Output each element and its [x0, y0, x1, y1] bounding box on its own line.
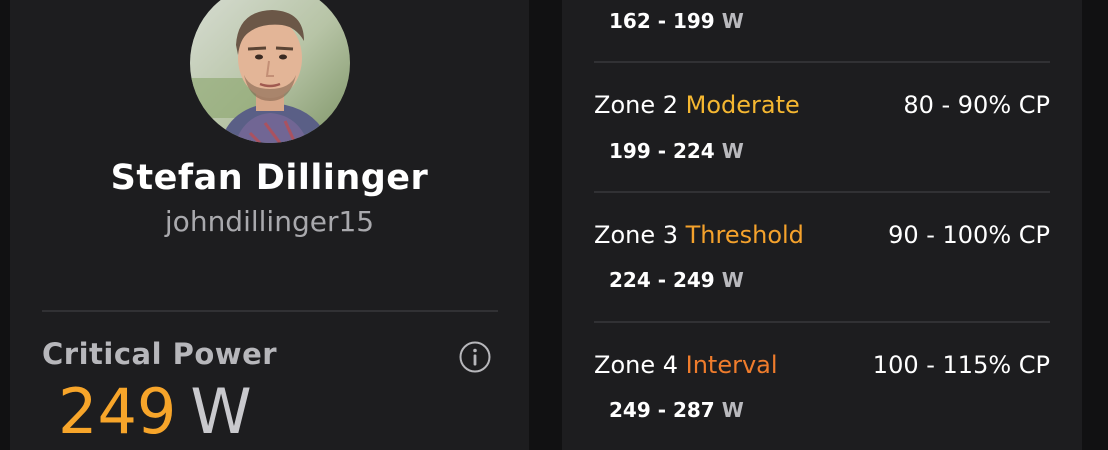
zone-2-percent: 80 - 90% CP [903, 91, 1050, 119]
zone-1-range: 162 - 199 W [609, 9, 744, 33]
zone-divider [594, 191, 1050, 193]
info-icon[interactable] [459, 341, 491, 373]
divider [42, 310, 498, 312]
avatar[interactable] [190, 0, 350, 143]
zones-card: 162 - 199 W Zone 2 Moderate 80 - 90% CP … [562, 0, 1082, 450]
zone-2-title: Zone 2 Moderate [594, 91, 800, 119]
critical-power-value: 249 [58, 375, 177, 448]
profile-card: Stefan Dillinger johndillinger15 Critica… [10, 0, 529, 450]
zones-list: 162 - 199 W Zone 2 Moderate 80 - 90% CP … [562, 0, 1082, 450]
critical-power-unit: W [190, 375, 252, 448]
critical-power-value-row: 249 W [58, 372, 252, 450]
zone-4-range: 249 - 287 W [609, 398, 744, 422]
zone-3-percent: 90 - 100% CP [888, 221, 1050, 249]
zone-divider [594, 321, 1050, 323]
zone-4-percent: 100 - 115% CP [872, 351, 1050, 379]
avatar-image [190, 0, 350, 143]
zone-3-range: 224 - 249 W [609, 268, 744, 292]
zone-3-title: Zone 3 Threshold [594, 221, 804, 249]
zone-divider [594, 61, 1050, 63]
zone-4-title: Zone 4 Interval [594, 351, 778, 379]
critical-power-label: Critical Power [42, 337, 278, 371]
profile-username: johndillinger15 [164, 205, 375, 238]
zone-2-range: 199 - 224 W [609, 139, 744, 163]
profile-name: Stefan Dillinger [110, 158, 429, 198]
page: Stefan Dillinger johndillinger15 Critica… [0, 0, 1108, 450]
